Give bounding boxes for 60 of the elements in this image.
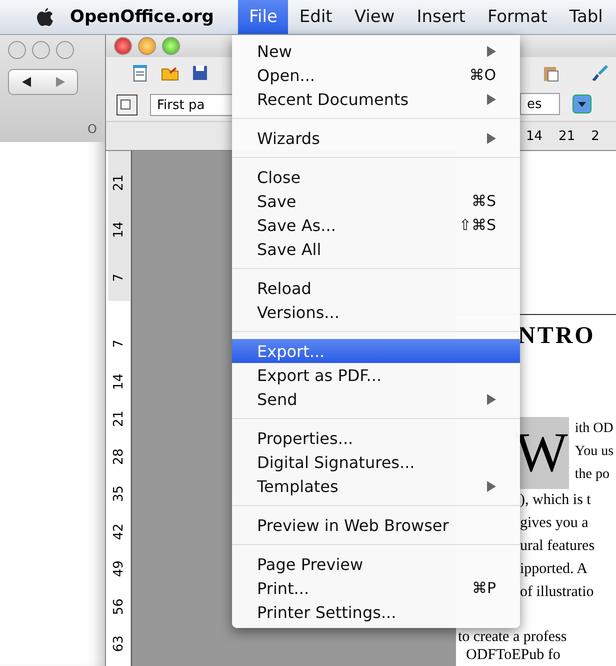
save-icon[interactable] bbox=[190, 63, 210, 83]
menu-item[interactable]: Export as PDF... bbox=[232, 363, 520, 387]
menu-title[interactable]: Insert bbox=[406, 0, 476, 34]
menu-item[interactable]: Send bbox=[232, 387, 520, 411]
ruler-number: 14 bbox=[110, 222, 128, 238]
body-text-line: the po bbox=[574, 466, 610, 484]
menu-item[interactable]: Print... ⌘P bbox=[232, 576, 520, 600]
new-document-icon[interactable] bbox=[130, 63, 150, 83]
menu-title[interactable]: Edit bbox=[288, 0, 344, 34]
font-name-field[interactable]: es bbox=[520, 93, 560, 115]
body-text-line: of illustratio bbox=[520, 583, 594, 602]
forward-arrow-icon bbox=[56, 77, 64, 87]
menu-title[interactable]: View bbox=[343, 0, 406, 34]
ruler-number: 7 bbox=[110, 340, 128, 348]
menu-item[interactable]: Page Preview bbox=[232, 552, 520, 576]
ruler-number: 14 bbox=[526, 128, 543, 144]
menu-item[interactable]: Save All bbox=[232, 237, 520, 261]
menu-item[interactable]: Wizards bbox=[232, 126, 520, 150]
body-text-line: ODFToEPub fo bbox=[466, 646, 560, 664]
menu-item[interactable]: Save ⌘S bbox=[232, 189, 520, 213]
window-label: O bbox=[88, 122, 97, 136]
ruler-number: 21 bbox=[558, 128, 576, 144]
menu-item[interactable]: Close bbox=[232, 165, 520, 189]
body-text-line: ural features bbox=[520, 537, 595, 556]
menu-title[interactable]: Format bbox=[476, 0, 558, 34]
minimize-button[interactable] bbox=[138, 37, 156, 55]
ruler-number: 2 bbox=[591, 128, 600, 144]
menu-item[interactable]: Printer Settings... bbox=[232, 600, 520, 624]
body-text-line: gives you a bbox=[520, 514, 588, 533]
body-text-line: ith OD bbox=[574, 420, 614, 438]
ruler-number: 49 bbox=[110, 560, 128, 578]
body-text-line: ), which is t bbox=[520, 491, 591, 510]
dropdown-icon[interactable] bbox=[572, 94, 592, 114]
menu-item[interactable]: Save As... ⇧⌘S bbox=[232, 213, 520, 237]
body-text-line: You us bbox=[574, 443, 614, 461]
menu-item[interactable]: New bbox=[232, 39, 520, 63]
menu-title[interactable]: File bbox=[238, 0, 288, 34]
body-text-line: to create a profess bbox=[458, 628, 567, 646]
ruler-number: 21 bbox=[110, 174, 128, 191]
ruler-number: 63 bbox=[110, 635, 128, 652]
menu-item[interactable]: Preview in Web Browser bbox=[232, 513, 520, 537]
brush-icon[interactable] bbox=[590, 63, 610, 83]
close-button[interactable] bbox=[114, 37, 132, 55]
ruler-number: 7 bbox=[110, 273, 128, 282]
ruler-number: 56 bbox=[110, 598, 128, 615]
apple-icon[interactable] bbox=[36, 7, 54, 27]
menu-title[interactable]: Tabl bbox=[558, 0, 614, 34]
menu-item[interactable]: Reload bbox=[232, 276, 520, 300]
ruler-number: 35 bbox=[110, 485, 128, 502]
back-forward-button[interactable] bbox=[8, 69, 78, 95]
ruler-number: 14 bbox=[110, 372, 128, 390]
app-name[interactable]: OpenOffice.org bbox=[70, 7, 214, 27]
back-arrow-icon bbox=[22, 77, 30, 87]
styles-icon[interactable] bbox=[116, 94, 138, 116]
ruler-number: 21 bbox=[110, 410, 128, 428]
ruler-number: 42 bbox=[110, 522, 128, 540]
body-text-line: ipported. A bbox=[520, 560, 588, 579]
zoom-button[interactable] bbox=[162, 37, 180, 55]
ruler-number: 28 bbox=[110, 448, 128, 465]
menu-item[interactable]: Export... bbox=[232, 339, 520, 363]
